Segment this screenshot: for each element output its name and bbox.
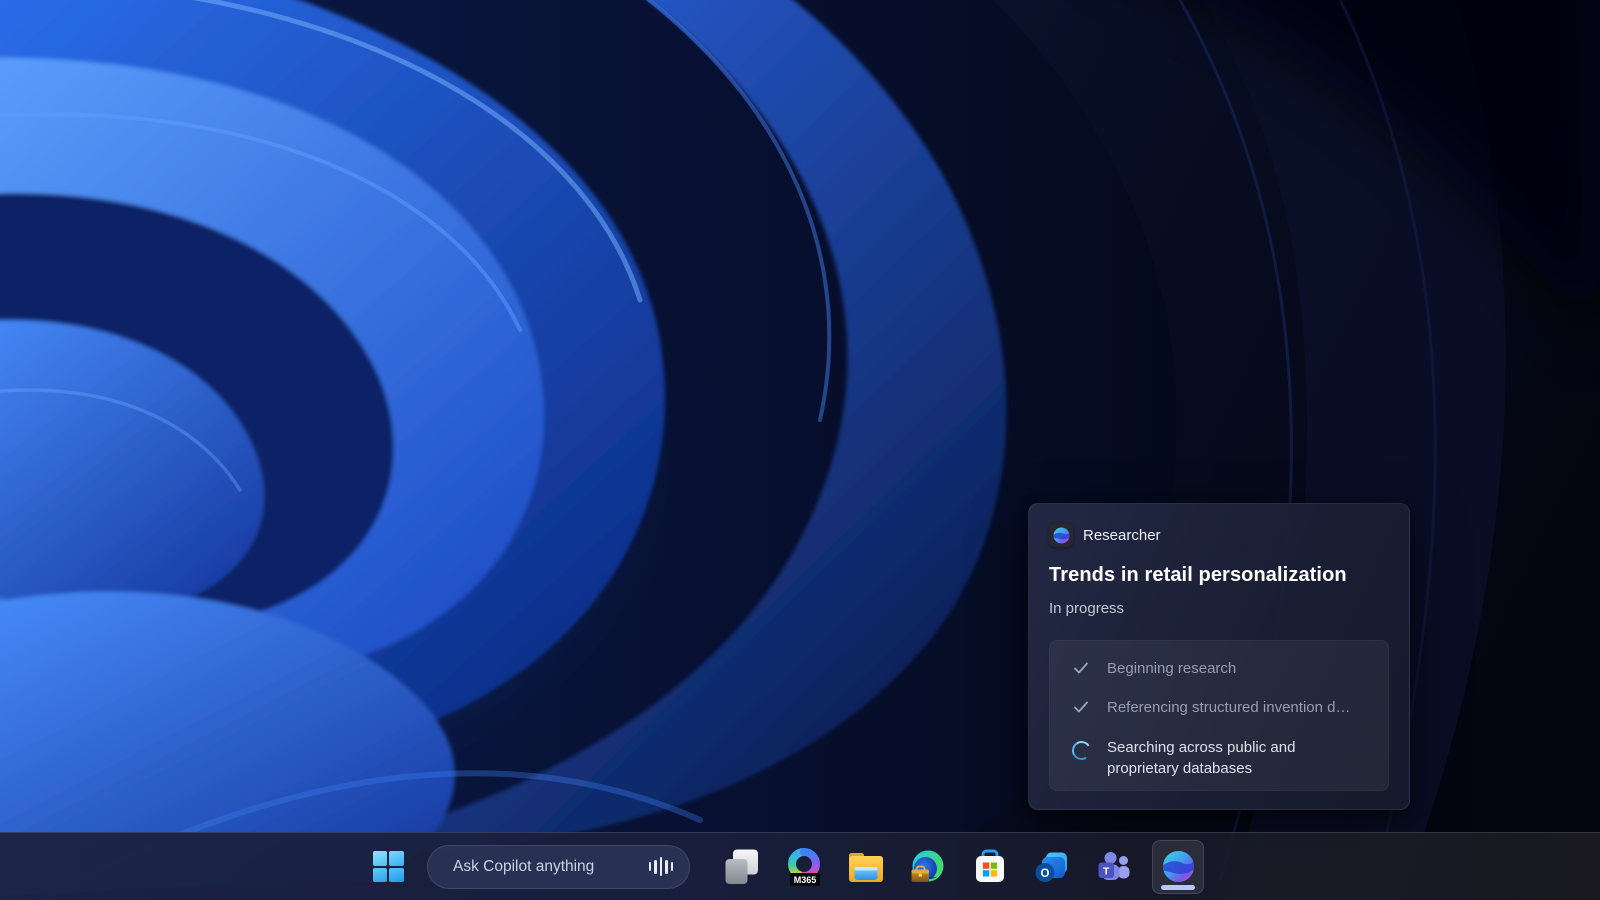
teams-button[interactable]: T	[1090, 843, 1138, 891]
researcher-progress-card[interactable]: Researcher Trends in retail personalizat…	[1028, 503, 1410, 810]
desktop: Researcher Trends in retail personalizat…	[0, 0, 1600, 900]
active-app-indicator	[1161, 884, 1195, 890]
step-label: Beginning research	[1107, 660, 1237, 677]
researcher-icon	[1162, 850, 1194, 883]
store-button[interactable]	[966, 843, 1014, 891]
start-button[interactable]	[364, 843, 412, 891]
researcher-logo-sphere	[1053, 527, 1069, 543]
file-explorer-icon	[849, 852, 883, 882]
teams-icon: T	[1098, 851, 1130, 880]
researcher-app-name: Researcher	[1083, 526, 1161, 544]
outlook-button[interactable]: O	[1028, 843, 1076, 891]
check-icon	[1070, 659, 1092, 677]
copilot-search-box[interactable]	[427, 844, 690, 889]
outlook-o-letter: O	[1041, 867, 1050, 879]
voice-waveform-icon[interactable]	[648, 857, 673, 876]
researcher-app-icon	[1049, 523, 1073, 547]
m365-badge-label: M365	[794, 875, 817, 885]
step-label: Searching across public and proprietary …	[1107, 739, 1296, 777]
taskbar: M365	[0, 832, 1600, 900]
research-step-in-progress: Searching across public and proprietary …	[1069, 737, 1368, 779]
progress-spinner-icon	[1069, 737, 1093, 762]
edge-icon	[911, 850, 944, 882]
research-status-text: In progress	[1049, 600, 1125, 617]
research-step-completed: Beginning research	[1070, 659, 1368, 679]
research-step-completed: Referencing structured invention d…	[1070, 698, 1368, 718]
outlook-icon: O	[1035, 852, 1067, 882]
m365-copilot-icon: M365	[788, 847, 820, 886]
teams-t-letter: T	[1103, 865, 1110, 877]
search-input[interactable]	[451, 856, 641, 877]
step-label: Referencing structured invention d…	[1107, 699, 1351, 716]
task-view-button[interactable]	[718, 843, 766, 891]
task-view-icon	[725, 849, 758, 884]
m365-copilot-button[interactable]: M365	[780, 843, 828, 891]
researcher-app-button-active[interactable]	[1152, 839, 1204, 894]
check-icon	[1070, 698, 1092, 716]
taskbar-app-icons: M365 O T	[718, 839, 1204, 894]
store-icon	[976, 849, 1004, 882]
edge-button[interactable]	[904, 843, 952, 891]
file-explorer-button[interactable]	[842, 843, 890, 891]
researcher-card-header: Researcher	[1049, 523, 1389, 547]
research-task-title: Trends in retail personalization	[1049, 564, 1347, 586]
start-icon	[372, 851, 404, 882]
research-steps-panel: Beginning research Referencing structure…	[1049, 640, 1389, 791]
